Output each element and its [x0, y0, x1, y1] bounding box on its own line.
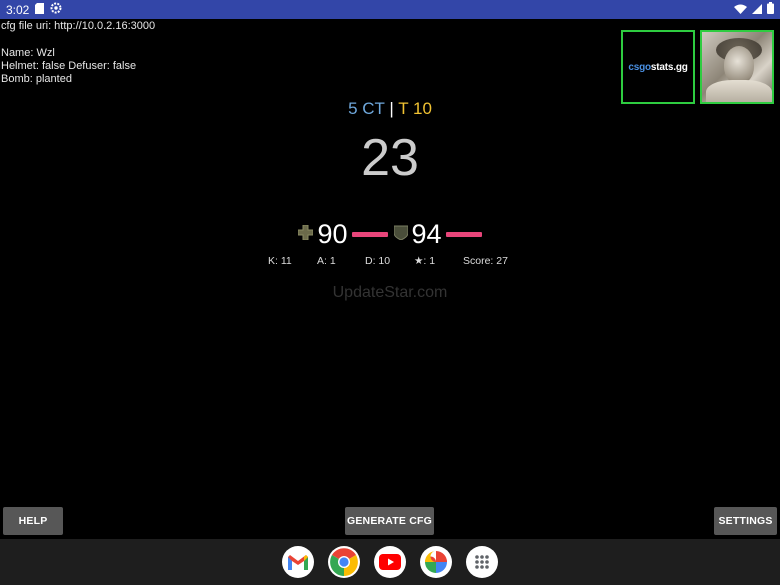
ct-score: 5 CT: [348, 99, 385, 118]
health-value: 90: [317, 219, 348, 249]
generate-cfg-button[interactable]: GENERATE CFG: [345, 507, 434, 535]
deaths-stat: D: 10: [365, 255, 391, 267]
kills-stat: K: 11: [268, 255, 292, 267]
health-cross-icon: [297, 224, 314, 245]
csgostats-logo: csgostats.gg: [628, 61, 688, 73]
watermark: UpdateStar.com: [332, 284, 448, 301]
score-separator: |: [389, 99, 394, 118]
status-time: 3:02: [6, 2, 30, 17]
avatar-face: [724, 46, 754, 84]
assists-stat: A: 1: [317, 255, 336, 267]
wifi-icon: [734, 3, 747, 17]
armor-shield-icon: [393, 225, 408, 245]
csgostats-thumbnail[interactable]: csgostats.gg: [621, 30, 695, 104]
t-score: T 10: [398, 99, 432, 118]
app-screen: 3:02 cfg file uri: http://10.0.2.16:3000…: [0, 0, 780, 585]
app-dock: [0, 539, 780, 585]
settings-button[interactable]: SETTINGS: [714, 507, 777, 535]
help-button[interactable]: HELP: [3, 507, 63, 535]
bomb-status-text: Bomb: planted: [1, 73, 72, 85]
helmet-defuser-text: Helmet: false Defuser: false: [1, 60, 137, 72]
team-score: 5 CT | T 10: [0, 99, 780, 119]
gmail-icon[interactable]: [282, 546, 314, 578]
armor-group: 94: [393, 219, 482, 250]
app-drawer-icon[interactable]: [466, 546, 498, 578]
signal-icon: [752, 3, 762, 17]
battery-icon: [767, 2, 774, 17]
round-timer: 23: [361, 129, 419, 187]
cfg-uri-text: cfg file uri: http://10.0.2.16:3000: [1, 20, 156, 32]
armor-bar: [445, 232, 482, 237]
youtube-icon[interactable]: [374, 546, 406, 578]
player-name: Name: Wzl: [1, 47, 55, 59]
chrome-icon[interactable]: [328, 546, 360, 578]
armor-value: 94: [411, 219, 442, 249]
sd-card-icon: [35, 2, 45, 17]
health-group: 90: [297, 219, 388, 250]
settings-gear-icon: [50, 2, 62, 17]
score-stat: Score: 27: [463, 255, 508, 267]
health-bar: [351, 232, 388, 237]
status-bar: 3:02: [0, 0, 780, 19]
mvp-stat: ★: 1: [414, 255, 436, 267]
vitals-row: 90 94: [0, 219, 780, 250]
photos-icon[interactable]: [420, 546, 452, 578]
player-avatar-thumbnail[interactable]: [700, 30, 774, 104]
